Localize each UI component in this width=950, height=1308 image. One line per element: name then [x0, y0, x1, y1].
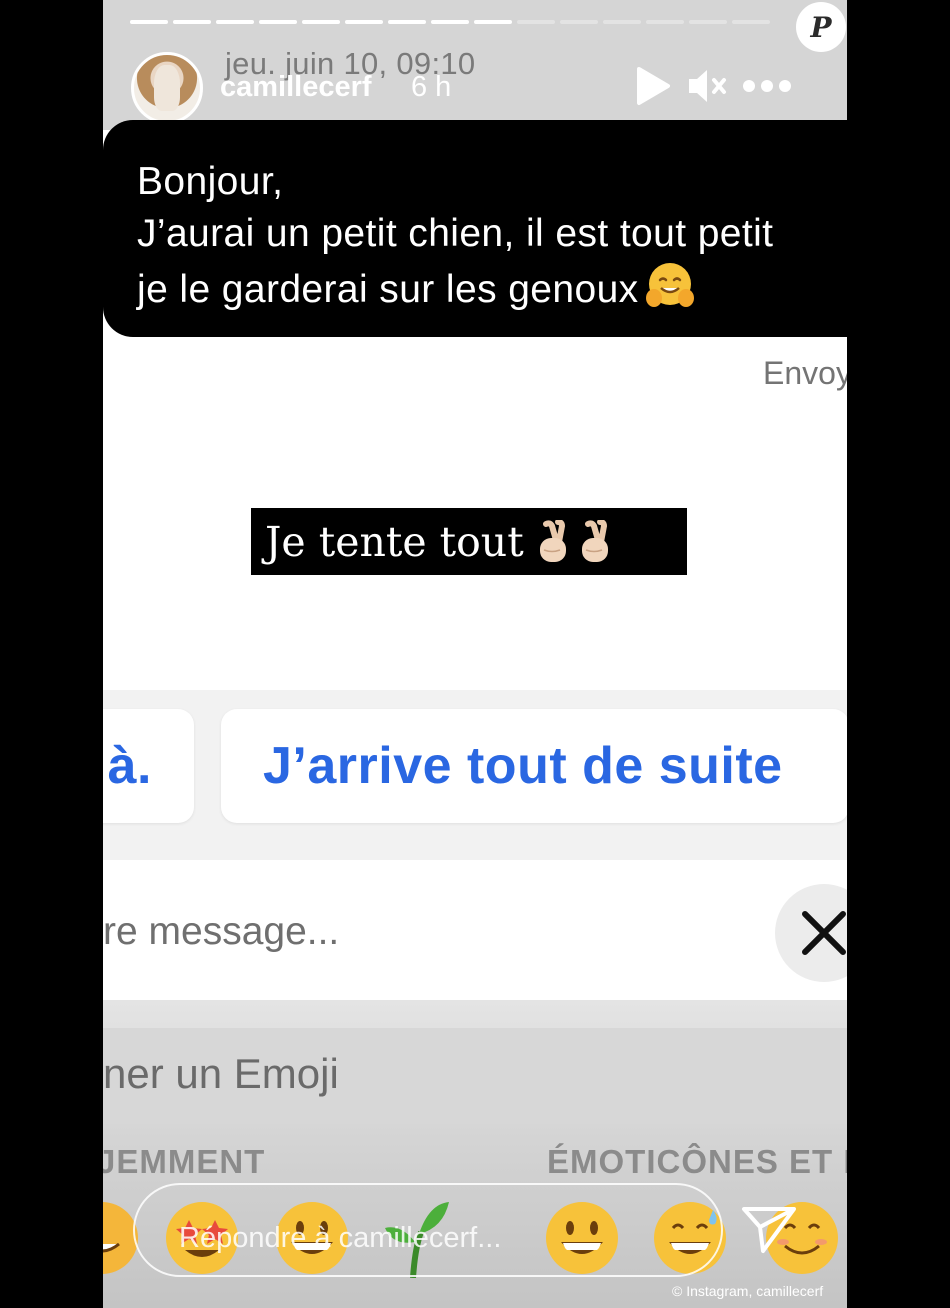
more-options-icon[interactable] [741, 66, 793, 106]
quick-reply-chip[interactable]: à. [103, 709, 194, 823]
publisher-logo: P [796, 2, 846, 52]
avatar[interactable] [131, 52, 203, 124]
close-button[interactable] [775, 884, 847, 982]
progress-segment [216, 20, 254, 24]
mute-icon[interactable] [687, 66, 729, 106]
message-input-placeholder: re message... [103, 910, 340, 953]
play-icon[interactable] [635, 66, 671, 106]
progress-segment [173, 20, 211, 24]
hugging-face-emoji [645, 263, 694, 307]
send-icon[interactable] [741, 1203, 797, 1255]
emoji-category-label: JEMMENT [103, 1143, 266, 1180]
progress-segment [474, 20, 512, 24]
story-time: 6 h [411, 71, 452, 103]
progress-segment [689, 20, 727, 24]
progress-segment [646, 20, 684, 24]
photo-credit: © Instagram, camillecerf [672, 1283, 824, 1299]
sent-status-label: Envoy [763, 355, 847, 391]
reply-placeholder: Répondre à camillecerf... [179, 1222, 502, 1254]
crossed-fingers-emoji [581, 519, 608, 562]
quick-reply-label: J’arrive tout de suite [263, 737, 783, 795]
quick-reply-chip[interactable]: J’arrive tout de suite [221, 709, 847, 823]
progress-segment [259, 20, 297, 24]
message-text: Bonjour, J’aurai un petit chien, il est … [137, 160, 774, 311]
quick-reply-label: à. [107, 737, 152, 795]
close-icon [802, 911, 846, 955]
progress-segment [388, 20, 426, 24]
crossed-fingers-emoji [539, 519, 566, 562]
progress-segment [603, 20, 641, 24]
text-sticker: Je tente tout [251, 508, 687, 575]
received-message-bubble: Bonjour, J’aurai un petit chien, il est … [103, 120, 847, 337]
progress-segment [517, 20, 555, 24]
story-frame: jeu. juin 10, 09:10 camillecerf 6 h Bonj… [103, 0, 847, 1308]
progress-segment [345, 20, 383, 24]
story-username[interactable]: camillecerf [220, 71, 372, 104]
emoji-category-label: ÉMOTICÔNES ET P [547, 1143, 847, 1180]
progress-segment [431, 20, 469, 24]
sticker-text: Je tente tout [265, 517, 524, 566]
progress-segment [130, 20, 168, 24]
story-progress [130, 20, 770, 24]
progress-segment [560, 20, 598, 24]
progress-segment [302, 20, 340, 24]
message-input-row[interactable]: re message... [103, 866, 847, 1000]
progress-segment [732, 20, 770, 24]
emoji-search-placeholder: ner un Emoji [103, 1050, 339, 1097]
